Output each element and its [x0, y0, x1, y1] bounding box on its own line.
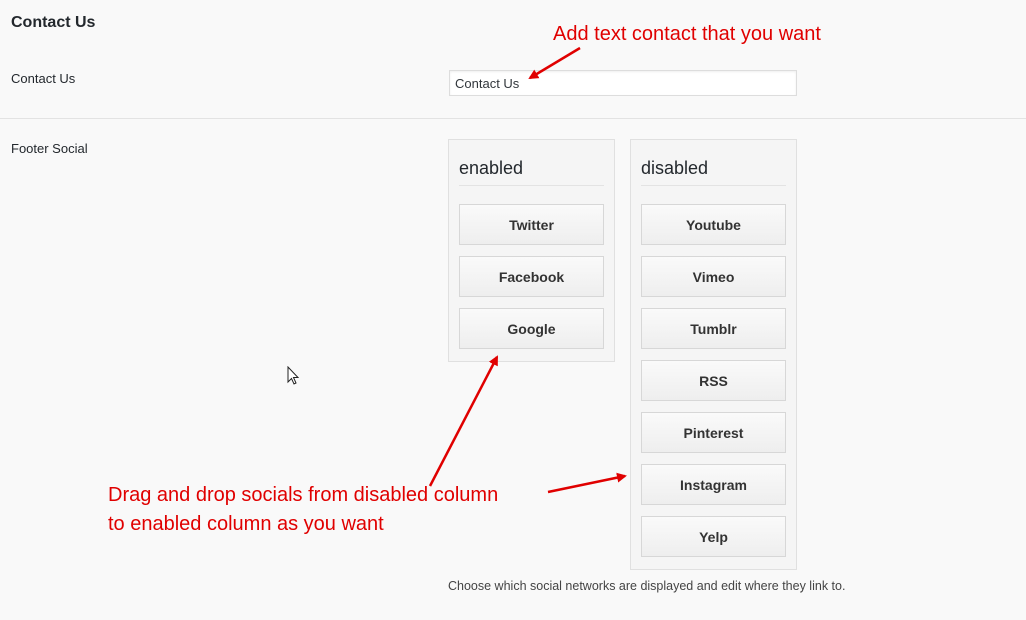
arrow-to-input	[528, 46, 581, 80]
mouse-pointer-icon	[287, 366, 300, 385]
annotation-arrows	[428, 46, 627, 494]
arrow-to-disabled	[547, 472, 627, 494]
arrow-to-enabled	[428, 355, 499, 487]
